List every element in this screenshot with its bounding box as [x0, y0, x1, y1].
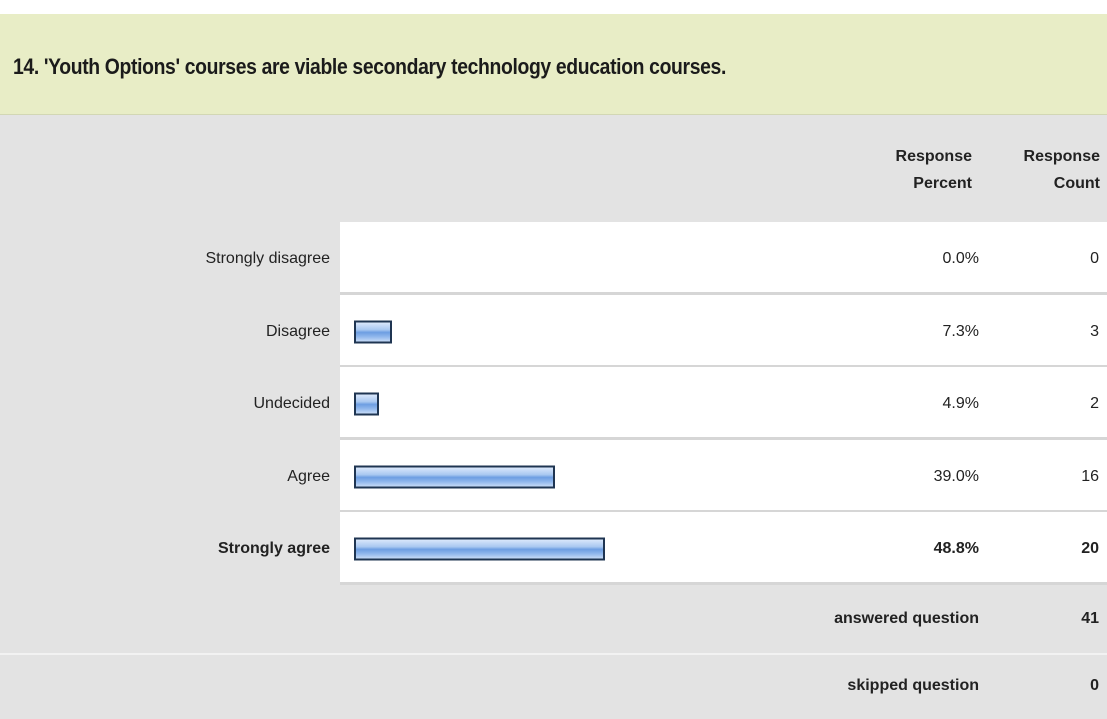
question-title: 14. 'Youth Options' courses are viable s… — [13, 54, 726, 79]
row-label: Undecided — [253, 394, 331, 412]
response-percent-header-line1: Response — [895, 148, 972, 165]
answered-question-row: answered question 41 — [0, 585, 1107, 653]
response-count: 3 — [1090, 322, 1099, 340]
row-bar-cell — [340, 367, 1107, 440]
row-label-cell: Strongly agree — [0, 512, 340, 585]
answered-question-label: answered question — [834, 610, 979, 627]
row-label: Strongly agree — [217, 539, 330, 557]
response-percent: 7.3% — [942, 322, 979, 340]
row-label-cell: Strongly disagree — [0, 222, 340, 295]
response-bar — [354, 465, 555, 488]
row-label-cell: Undecided — [0, 367, 340, 440]
row-bar-cell — [340, 222, 1107, 295]
row-label: Disagree — [265, 322, 330, 340]
skipped-question-label: skipped question — [847, 677, 979, 694]
response-row: Disagree 7.3% 3 — [0, 295, 1107, 368]
response-percent-header-line2: Percent — [913, 175, 972, 192]
response-percent: 39.0% — [933, 467, 979, 485]
summary-divider — [0, 653, 1107, 655]
row-bar-cell — [340, 295, 1107, 368]
response-row: Undecided 4.9% 2 — [0, 367, 1107, 440]
response-count-header-line1: Response — [1023, 148, 1100, 165]
response-row: Strongly agree 48.8% 20 — [0, 512, 1107, 585]
response-percent: 4.9% — [942, 394, 979, 412]
response-row: Agree 39.0% 16 — [0, 440, 1107, 513]
response-bar — [354, 320, 392, 343]
column-header-row: Response Percent Response Count — [0, 115, 1107, 222]
response-percent-header: Response Percent — [896, 143, 972, 197]
row-label-cell: Agree — [0, 440, 340, 513]
response-count-header: Response Count — [1024, 143, 1100, 197]
row-label-cell: Disagree — [0, 295, 340, 368]
skipped-question-row: skipped question 0 — [0, 653, 1107, 719]
response-row: Strongly disagree 0.0% 0 — [0, 222, 1107, 295]
response-percent: 48.8% — [933, 539, 979, 557]
row-bar-cell — [340, 512, 1107, 585]
response-count-header-line2: Count — [1053, 175, 1100, 192]
row-label: Agree — [287, 467, 330, 485]
response-bar — [354, 392, 379, 415]
response-count: 20 — [1081, 539, 1099, 557]
skipped-question-value: 0 — [1090, 677, 1099, 694]
response-percent: 0.0% — [942, 249, 979, 267]
response-count: 16 — [1081, 467, 1099, 485]
answered-question-value: 41 — [1081, 610, 1099, 627]
top-strip — [0, 0, 1107, 14]
response-count: 0 — [1090, 249, 1099, 267]
row-bar-cell — [340, 440, 1107, 513]
row-label: Strongly disagree — [205, 249, 330, 267]
response-bar — [354, 537, 605, 560]
response-count: 2 — [1090, 394, 1099, 412]
question-header: 14. 'Youth Options' courses are viable s… — [0, 14, 1107, 115]
